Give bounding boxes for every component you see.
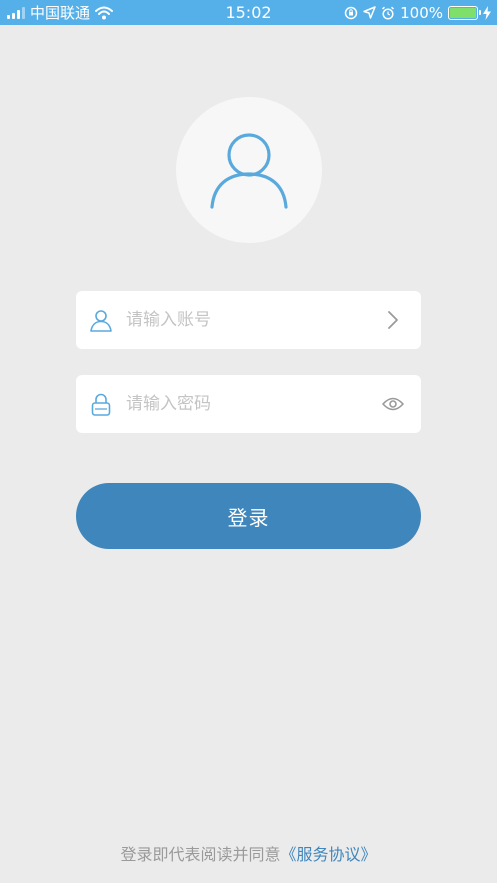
battery-icon xyxy=(448,5,481,20)
agreement-prefix: 登录即代表阅读并同意 xyxy=(120,845,281,864)
avatar xyxy=(176,97,322,243)
battery-percent: 100% xyxy=(400,3,443,22)
signal-icon xyxy=(7,6,25,19)
orientation-lock-icon xyxy=(344,6,358,19)
status-bar-left: 中国联通 xyxy=(7,2,114,23)
user-icon xyxy=(88,307,114,333)
alarm-icon xyxy=(382,6,395,20)
location-icon xyxy=(363,6,376,19)
password-field[interactable] xyxy=(76,375,421,433)
status-bar-right: 100% xyxy=(344,4,491,22)
carrier-name: 中国联通 xyxy=(30,4,91,22)
battery-level xyxy=(450,7,476,18)
charging-icon xyxy=(483,5,491,20)
wifi-icon xyxy=(95,6,114,19)
password-input[interactable] xyxy=(126,394,381,414)
agreement-text: 登录即代表阅读并同意《服务协议》 xyxy=(0,841,497,865)
login-button[interactable]: 登录 xyxy=(76,483,421,549)
eye-icon[interactable] xyxy=(381,392,405,416)
service-agreement-link[interactable]: 《服务协议》 xyxy=(281,845,377,864)
chevron-right-icon[interactable] xyxy=(381,308,405,332)
user-avatar-icon xyxy=(210,133,288,209)
status-bar: 中国联通 15:02 100% xyxy=(0,0,497,25)
lock-icon xyxy=(88,391,114,417)
account-field[interactable] xyxy=(76,291,421,349)
account-input[interactable] xyxy=(126,310,381,330)
